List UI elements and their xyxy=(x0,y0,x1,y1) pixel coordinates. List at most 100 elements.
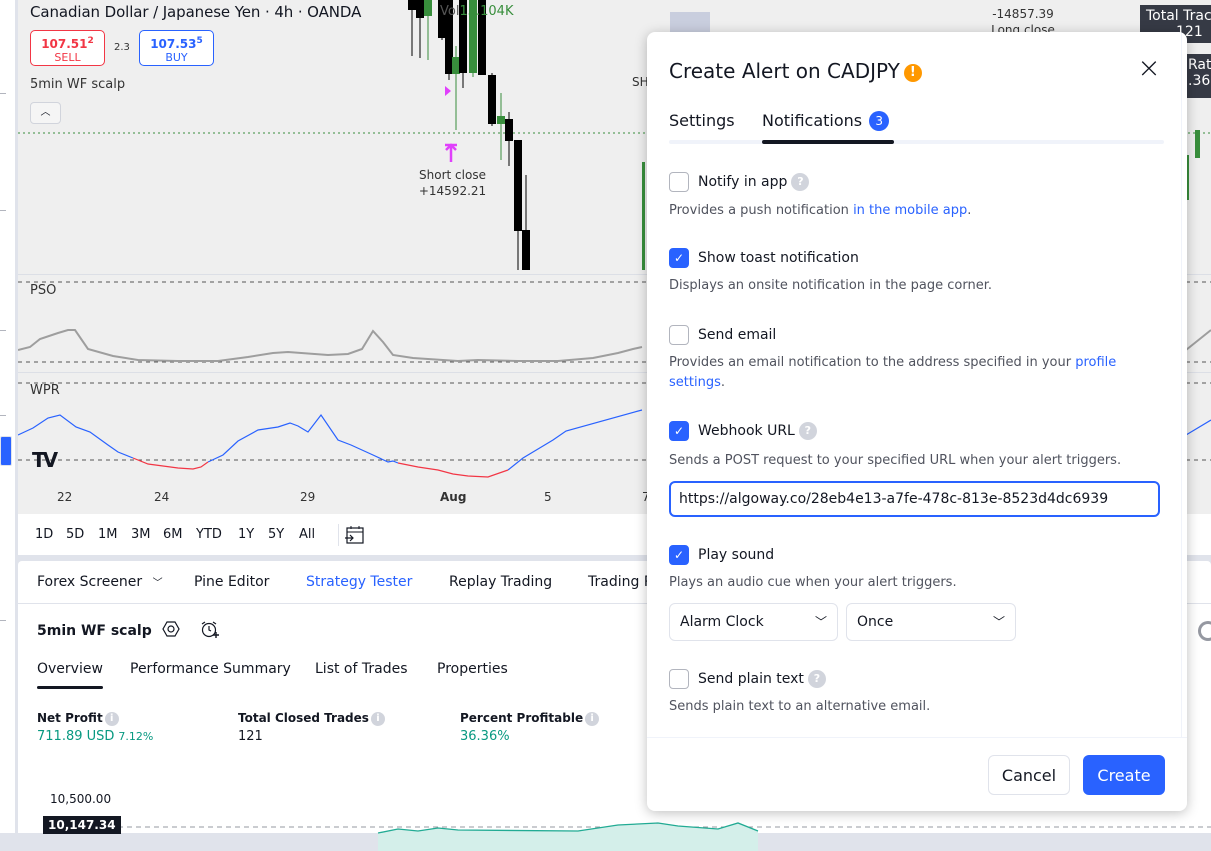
metric-value: 36.36% xyxy=(460,728,510,744)
range-1y[interactable]: 1Y xyxy=(238,527,254,542)
option-label: Notify in app xyxy=(698,174,788,190)
stat-box-label: Total Trac xyxy=(1146,8,1211,24)
x-axis-tick: 24 xyxy=(154,490,170,504)
collapse-legend-button[interactable]: ︿ xyxy=(30,102,61,124)
toolbar-active-item[interactable] xyxy=(0,436,12,466)
exit-arrow-icon xyxy=(445,143,457,162)
candle-body xyxy=(408,0,416,10)
tab-settings[interactable]: Settings xyxy=(669,111,735,130)
settings-icon[interactable] xyxy=(162,620,180,642)
repeat-select[interactable]: Once ﹀ xyxy=(846,603,1016,641)
select-value: Alarm Clock xyxy=(680,614,764,630)
trade-label-value: +14592.21 xyxy=(418,184,487,198)
buy-button[interactable]: 107.535 BUY xyxy=(139,30,214,66)
show-toast-checkbox[interactable]: ✓ xyxy=(669,248,689,268)
subtab-properties[interactable]: Properties xyxy=(437,661,508,677)
buy-label: BUY xyxy=(165,51,188,64)
subtab-overview[interactable]: Overview xyxy=(37,661,103,677)
dialog-tabs: Settings Notifications 3 xyxy=(669,110,1164,144)
send-email-checkbox[interactable] xyxy=(669,325,689,345)
candle-body xyxy=(424,0,432,16)
play-sound-checkbox[interactable]: ✓ xyxy=(669,545,689,565)
symbol-title[interactable]: Canadian Dollar / Japanese Yen · 4h · OA… xyxy=(30,3,361,21)
range-all[interactable]: All xyxy=(299,527,315,542)
drawing-rect xyxy=(670,12,710,32)
option-description: Displays an onsite notification in the p… xyxy=(669,278,992,293)
tab-strategy-tester[interactable]: Strategy Tester xyxy=(306,574,412,590)
wpr-line xyxy=(1185,419,1211,436)
range-6m[interactable]: 6M xyxy=(163,527,183,542)
toolbar-divider xyxy=(0,620,6,621)
calendar-goto-icon[interactable] xyxy=(344,524,366,550)
tradingview-logo[interactable]: TV xyxy=(32,448,58,472)
tab-forex-screener[interactable]: Forex Screener ﹀ xyxy=(37,574,163,590)
help-icon[interactable]: ? xyxy=(798,422,817,440)
add-alert-icon[interactable] xyxy=(200,620,220,644)
help-icon[interactable]: ? xyxy=(791,173,810,191)
tab-trading-panel[interactable]: Trading P xyxy=(588,574,652,590)
wpr-oversold-line xyxy=(397,462,509,478)
desc-text: . xyxy=(967,203,972,218)
subtab-list-of-trades[interactable]: List of Trades xyxy=(315,661,408,677)
range-5y[interactable]: 5Y xyxy=(268,527,284,542)
candle-body xyxy=(452,57,460,74)
cancel-button[interactable]: Cancel xyxy=(988,755,1070,795)
strategy-legend[interactable]: 5min WF scalp xyxy=(30,77,125,92)
toolbar-divider xyxy=(0,415,6,416)
dialog-scrollbar[interactable] xyxy=(1181,32,1182,737)
tab-notifications[interactable]: Notifications 3 xyxy=(762,111,890,131)
option-description: Sends a POST request to your specified U… xyxy=(669,453,1122,468)
metric-label: Total Closed Trades xyxy=(238,711,369,725)
trade-label: Short close +14592.21 xyxy=(410,167,495,199)
tab-track xyxy=(669,140,1164,144)
info-icon[interactable]: i xyxy=(370,711,385,726)
chevron-up-icon: ︿ xyxy=(40,107,51,118)
subtab-performance-summary[interactable]: Performance Summary xyxy=(130,661,291,677)
notifications-panel: Notify in app? Provides a push notificat… xyxy=(647,152,1187,737)
create-button[interactable]: Create xyxy=(1083,755,1165,795)
strategy-title: 5min WF scalp xyxy=(37,623,152,639)
warning-icon[interactable]: ! xyxy=(903,64,922,82)
info-icon[interactable]: i xyxy=(104,711,119,726)
candle-body xyxy=(505,119,513,141)
range-5d[interactable]: 5D xyxy=(66,527,84,542)
metric-total-closed-trades: Total Closed Trades i 121 xyxy=(238,711,385,744)
info-icon[interactable]: i xyxy=(585,711,600,726)
range-1d[interactable]: 1D xyxy=(35,527,53,542)
option-description: Provides an email notification to the ad… xyxy=(669,353,1149,393)
create-alert-dialog: Create Alert on CADJPY! × Settings Notif… xyxy=(647,32,1187,811)
mobile-app-link[interactable]: in the mobile app xyxy=(853,203,967,218)
sell-button[interactable]: 107.512 SELL xyxy=(30,30,105,66)
webhook-url-input[interactable] xyxy=(669,481,1160,517)
webhook-url-checkbox[interactable]: ✓ xyxy=(669,421,689,441)
stat-box-value: .369 xyxy=(1188,73,1211,89)
volume-label: Vol xyxy=(440,4,460,19)
range-ytd[interactable]: YTD xyxy=(196,527,222,542)
wpr-line xyxy=(507,409,643,471)
candle-body xyxy=(497,116,505,124)
tab-pine-editor[interactable]: Pine Editor xyxy=(194,574,269,590)
desc-text: . xyxy=(720,375,725,390)
trade-label-line: Short close xyxy=(419,168,486,182)
pso-pane-label: PSO xyxy=(30,283,57,298)
help-icon[interactable]: ? xyxy=(807,670,826,688)
notify-in-app-checkbox[interactable] xyxy=(669,172,689,192)
sell-price: 107.51 xyxy=(41,37,88,51)
x-axis-tick: 5 xyxy=(544,490,552,504)
range-1m[interactable]: 1M xyxy=(98,527,118,542)
metric-value: 711.89 USD xyxy=(37,728,115,744)
wpr-pane-label: WPR xyxy=(30,383,60,398)
metric-label: Net Profit xyxy=(37,711,103,725)
range-3m[interactable]: 3M xyxy=(131,527,151,542)
active-tab-indicator xyxy=(762,140,894,144)
buy-price-sup: 5 xyxy=(196,36,203,46)
tab-replay-trading[interactable]: Replay Trading xyxy=(449,574,552,590)
close-icon[interactable]: × xyxy=(1137,54,1161,82)
option-description: Provides a push notification in the mobi… xyxy=(669,201,1149,221)
metric-percent: 7.12% xyxy=(118,729,154,743)
entry-marker xyxy=(445,86,451,96)
sound-select[interactable]: Alarm Clock ﹀ xyxy=(669,603,838,641)
send-plain-text-checkbox[interactable] xyxy=(669,669,689,689)
buy-price: 107.53 xyxy=(150,37,197,51)
candle-body xyxy=(642,162,645,270)
